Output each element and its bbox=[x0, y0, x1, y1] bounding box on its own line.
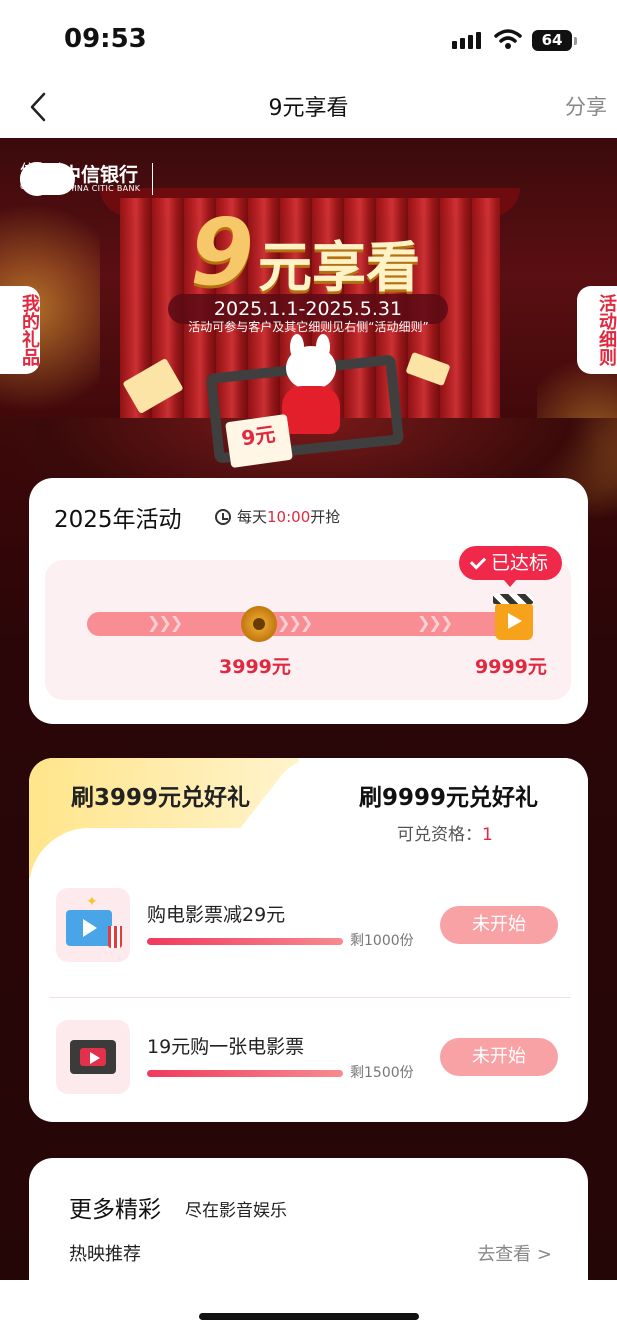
battery-cap bbox=[574, 37, 577, 45]
reward-item: ✦ 购电影票减29元 剩1000份 未开始 bbox=[56, 888, 561, 964]
daily-timer: 每天 10:00 开抢 bbox=[215, 506, 340, 527]
home-indicator-area bbox=[0, 1280, 617, 1334]
view-more-link[interactable]: 去查看 > bbox=[477, 1240, 552, 1266]
movie-screen-icon: ✦ bbox=[56, 888, 130, 962]
page-title: 9元享看 bbox=[268, 96, 349, 121]
signal-icon bbox=[452, 32, 481, 49]
hero-title-text: 元享看 bbox=[258, 236, 421, 299]
progress-zone: 已达标 ❯❯❯ ❯❯❯ ❯❯❯ 3999元 9999元 bbox=[45, 546, 571, 700]
status-bar: 09:53 64 bbox=[0, 0, 617, 78]
status-time: 09:53 bbox=[64, 24, 147, 54]
tab-9999[interactable]: 刷9999元兑好礼 bbox=[359, 778, 538, 816]
more-subtitle: 尽在影音娱乐 bbox=[185, 1201, 287, 1221]
reward-name: 购电影票减29元 bbox=[147, 904, 286, 926]
chevrons-icon: ❯❯❯ bbox=[147, 613, 183, 632]
activity-card: 2025年活动 每天 10:00 开抢 已达标 ❯❯❯ ❯❯❯ ❯❯❯ 3999元 … bbox=[29, 478, 588, 724]
clapper-icon bbox=[56, 1020, 130, 1094]
my-gifts-tab[interactable]: 我的礼品 bbox=[0, 286, 40, 374]
chevrons-icon: ❯❯❯ bbox=[417, 613, 453, 632]
more-card: 更多精彩 尽在影音娱乐 热映推荐 去查看 > bbox=[29, 1158, 588, 1280]
promo-stage: 中信银行 CHINA CITIC BANK 信用卡 CREDIT CARD 9 … bbox=[0, 138, 617, 1280]
hot-section-title: 热映推荐 bbox=[69, 1244, 141, 1265]
stock-remaining: 剩1500份 bbox=[350, 1065, 414, 1081]
wifi-icon bbox=[494, 29, 522, 49]
activity-rules-tab[interactable]: 活动细则 bbox=[577, 286, 617, 374]
not-started-button[interactable]: 未开始 bbox=[440, 1038, 558, 1076]
stock-bar bbox=[147, 1070, 343, 1077]
share-button[interactable]: 分享 bbox=[565, 91, 607, 121]
hero-title-number: 9 bbox=[190, 199, 255, 306]
hero-title: 9 元享看 bbox=[190, 199, 421, 306]
stock-bar bbox=[147, 938, 343, 945]
divider bbox=[49, 997, 571, 998]
progress-track: ❯❯❯ ❯❯❯ ❯❯❯ bbox=[87, 612, 527, 636]
milestone-3999: 3999元 bbox=[219, 656, 291, 678]
more-title: 更多精彩 bbox=[69, 1197, 161, 1223]
rewards-card: 刷3999元兑好礼 刷9999元兑好礼 可兑资格：1 ✦ 购电影票减29元 剩1… bbox=[29, 758, 588, 1122]
clock-icon bbox=[215, 508, 231, 525]
chevrons-icon: ❯❯❯ bbox=[277, 613, 313, 632]
card-label: 信用卡 bbox=[20, 161, 69, 180]
qualification-count: 可兑资格：1 bbox=[397, 825, 493, 845]
reward-name: 19元购一张电影票 bbox=[147, 1036, 305, 1058]
bank-logo: 中信银行 CHINA CITIC BANK 信用卡 CREDIT CARD bbox=[20, 162, 157, 196]
card-label-en: CREDIT CARD bbox=[20, 182, 75, 191]
achieved-badge: 已达标 bbox=[459, 546, 563, 587]
clapper-icon bbox=[493, 594, 533, 640]
rules-note: 活动可参与客户及其它细则见右侧“活动细则” bbox=[188, 320, 429, 334]
nav-bar: 9元享看 分享 bbox=[0, 78, 617, 138]
ticket-price: 9元 bbox=[225, 413, 293, 469]
tab-3999[interactable]: 刷3999元兑好礼 bbox=[71, 778, 250, 812]
not-started-button[interactable]: 未开始 bbox=[440, 906, 558, 944]
check-icon bbox=[469, 552, 487, 570]
reward-item: 19元购一张电影票 剩1500份 未开始 bbox=[56, 1020, 561, 1096]
stock-remaining: 剩1000份 bbox=[350, 933, 414, 949]
battery-icon: 64 bbox=[532, 30, 572, 51]
film-reel-icon bbox=[241, 606, 277, 642]
home-indicator[interactable] bbox=[199, 1313, 419, 1320]
milestone-9999: 9999元 bbox=[475, 656, 547, 678]
activity-title: 2025年活动 bbox=[54, 507, 182, 533]
